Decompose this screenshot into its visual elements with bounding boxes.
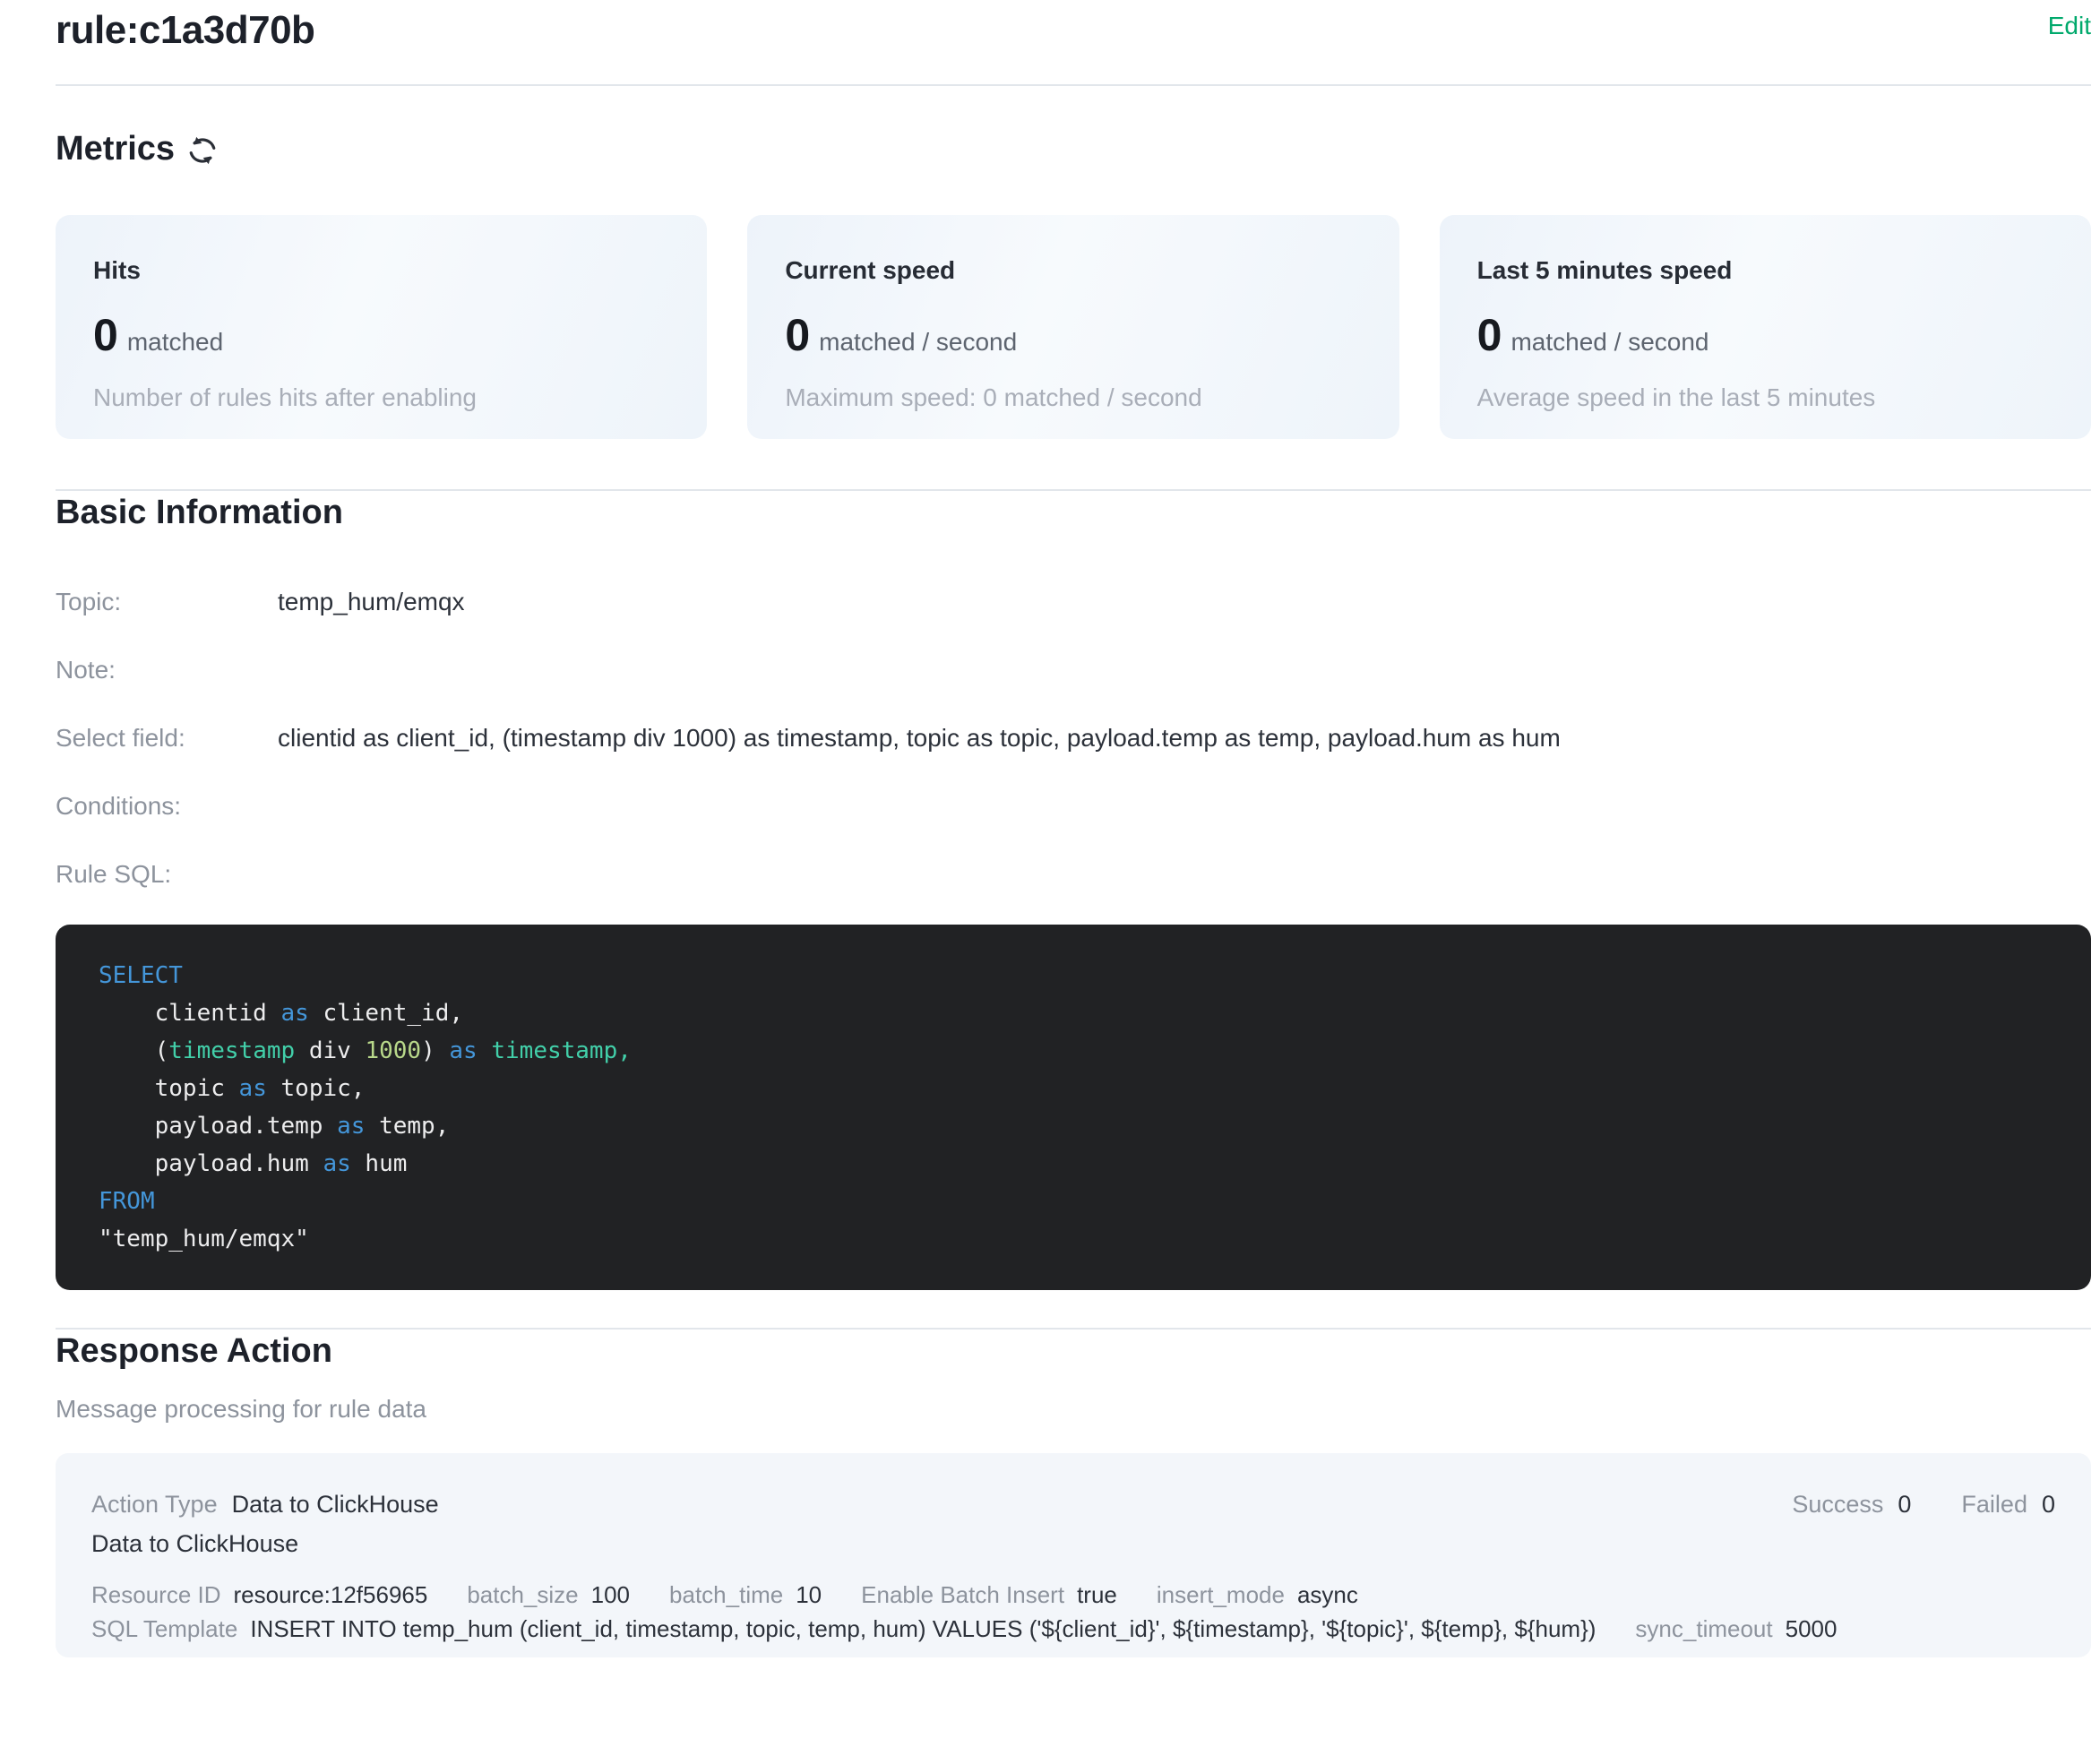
- param-key: batch_time: [669, 1579, 783, 1611]
- metrics-section: Metrics Hits 0matched Number of rule: [56, 127, 2091, 439]
- metric-description: Average speed in the last 5 minutes: [1477, 383, 2053, 413]
- param-value: true: [1077, 1579, 1117, 1611]
- param-key: insert_mode: [1157, 1579, 1285, 1611]
- param-enable-batch-insert: Enable Batch Insert true: [861, 1579, 1117, 1611]
- param-row: Resource ID resource:12f56965 batch_size…: [91, 1579, 2055, 1611]
- header-divider: [56, 84, 2091, 86]
- failed-label: Failed: [1961, 1487, 2027, 1521]
- metric-cards: Hits 0 matched Number of rules hits after…: [56, 215, 2091, 439]
- response-action-section: Response Action Message processing for r…: [56, 1330, 2091, 1657]
- page-header: rule:c1a3d70b Edit: [56, 5, 2091, 56]
- basic-information-fields: Topic: temp_hum/emqx Note: Select field:…: [56, 584, 2091, 892]
- metric-title: Current speed: [785, 254, 1361, 287]
- param-key: SQL Template: [91, 1613, 237, 1645]
- field-row-note: Note:: [56, 652, 2091, 688]
- param-key: batch_size: [467, 1579, 578, 1611]
- param-key: Enable Batch Insert: [861, 1579, 1064, 1611]
- metric-title: Hits: [93, 254, 669, 287]
- param-key: Resource ID: [91, 1579, 221, 1611]
- param-insert-mode: insert_mode async: [1157, 1579, 1358, 1611]
- page-title: rule:c1a3d70b: [56, 5, 314, 56]
- field-label: Select field:: [56, 720, 278, 756]
- param-batch-size: batch_size 100: [467, 1579, 630, 1611]
- field-row-rule-sql: Rule SQL:: [56, 856, 2091, 892]
- field-label: Conditions:: [56, 788, 278, 824]
- rule-detail-page: rule:c1a3d70b Edit Metrics Hits: [0, 0, 2100, 1747]
- metric-value: 0: [93, 310, 118, 360]
- field-label: Topic:: [56, 584, 278, 620]
- refresh-icon[interactable]: [187, 135, 218, 166]
- failed-counter: Failed 0: [1961, 1487, 2055, 1521]
- action-type: Action Type Data to ClickHouse: [91, 1487, 439, 1521]
- metric-card-current-speed: Current speed 0 matched / second Maximum …: [747, 215, 1399, 439]
- action-type-label: Action Type: [91, 1487, 218, 1521]
- param-value: resource:12f56965: [234, 1579, 428, 1611]
- field-row-topic: Topic: temp_hum/emqx: [56, 584, 2091, 620]
- metric-unit: matched: [127, 328, 223, 356]
- field-label: Note:: [56, 652, 278, 688]
- rule-sql-block: SELECT clientid as client_id, (timestamp…: [56, 925, 2091, 1290]
- action-card: Action Type Data to ClickHouse Success 0…: [56, 1453, 2091, 1657]
- param-key: sync_timeout: [1635, 1613, 1772, 1645]
- param-sync-timeout: sync_timeout 5000: [1635, 1613, 1837, 1645]
- metric-card-last-5-minutes-speed: Last 5 minutes speed 0 matched / second A…: [1440, 215, 2091, 439]
- response-action-subtitle: Message processing for rule data: [56, 1392, 2091, 1426]
- success-label: Success: [1792, 1487, 1883, 1521]
- metric-card-hits: Hits 0 matched Number of rules hits after…: [56, 215, 707, 439]
- param-value: 10: [796, 1579, 822, 1611]
- param-row: SQL Template INSERT INTO temp_hum (clien…: [91, 1613, 2055, 1645]
- basic-information-heading: Basic Information: [56, 491, 2091, 534]
- rule-sql-code: SELECT clientid as client_id, (timestamp…: [99, 957, 2048, 1258]
- success-counter: Success 0: [1792, 1487, 1911, 1521]
- param-value: 5000: [1786, 1613, 1838, 1645]
- field-row-conditions: Conditions:: [56, 788, 2091, 824]
- action-type-value: Data to ClickHouse: [232, 1487, 439, 1521]
- failed-value: 0: [2042, 1487, 2055, 1521]
- response-action-heading: Response Action: [56, 1330, 2091, 1373]
- field-row-select-field: Select field: clientid as client_id, (ti…: [56, 720, 2091, 756]
- field-label: Rule SQL:: [56, 856, 278, 892]
- metric-value: 0: [1477, 310, 1502, 360]
- param-value: 100: [591, 1579, 630, 1611]
- action-name: Data to ClickHouse: [91, 1527, 2055, 1561]
- basic-information-section: Basic Information Topic: temp_hum/emqx N…: [56, 491, 2091, 1290]
- success-value: 0: [1898, 1487, 1911, 1521]
- param-batch-time: batch_time 10: [669, 1579, 822, 1611]
- action-params: Resource ID resource:12f56965 batch_size…: [91, 1579, 2055, 1645]
- metric-description: Maximum speed: 0 matched / second: [785, 383, 1361, 413]
- metric-value: 0: [785, 310, 810, 360]
- edit-button[interactable]: Edit: [2048, 11, 2091, 41]
- metric-unit: matched / second: [1510, 328, 1708, 356]
- field-value: clientid as client_id, (timestamp div 10…: [278, 720, 1561, 756]
- metric-title: Last 5 minutes speed: [1477, 254, 2053, 287]
- metrics-heading: Metrics: [56, 127, 175, 170]
- param-value: INSERT INTO temp_hum (client_id, timesta…: [250, 1613, 1596, 1645]
- field-value: temp_hum/emqx: [278, 584, 465, 620]
- param-resource-id: Resource ID resource:12f56965: [91, 1579, 427, 1611]
- metric-description: Number of rules hits after enabling: [93, 383, 669, 413]
- param-value: async: [1297, 1579, 1358, 1611]
- param-sql-template: SQL Template INSERT INTO temp_hum (clien…: [91, 1613, 1596, 1645]
- metric-unit: matched / second: [819, 328, 1017, 356]
- action-counters: Success 0 Failed 0: [1792, 1487, 2055, 1521]
